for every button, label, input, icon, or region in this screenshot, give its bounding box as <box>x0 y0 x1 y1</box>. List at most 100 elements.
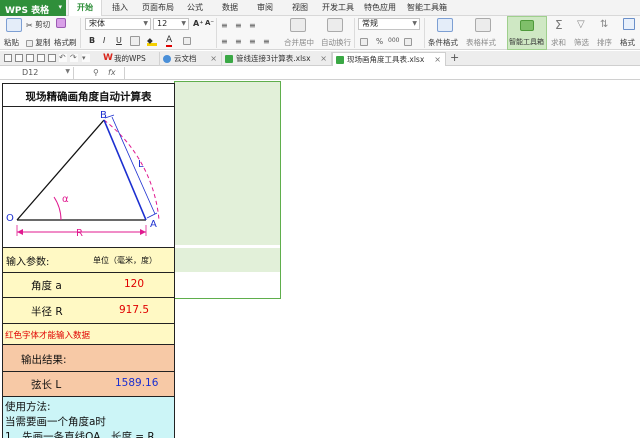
tab-features[interactable]: 特色应用 <box>360 0 400 16</box>
cut-button[interactable]: ✂ 剪切 <box>26 19 50 30</box>
tab-home[interactable]: 开始 <box>68 0 102 16</box>
wrap-text-button[interactable] <box>327 18 343 32</box>
save-icon[interactable] <box>4 54 12 62</box>
tab-smart-toolbox[interactable]: 智能工具箱 <box>402 0 452 16</box>
chord-row[interactable]: 弦长 L 1589.16 <box>2 371 175 397</box>
new-tab-button[interactable]: + <box>450 51 459 64</box>
align-bottom-icon: ≡ <box>249 20 256 30</box>
function-button[interactable]: fx <box>108 68 116 77</box>
format-painter-label[interactable]: 格式刷 <box>54 37 77 48</box>
copy-button[interactable]: 复制 <box>26 37 50 48</box>
smart-toolbox-label: 智能工具箱 <box>509 38 544 46</box>
name-box[interactable]: D12 ▼ <box>0 67 74 80</box>
align-top-icon: ≡ <box>221 20 228 30</box>
decimal-button[interactable] <box>404 37 412 46</box>
label-alpha: α <box>62 194 69 205</box>
format-painter-button[interactable] <box>56 18 66 28</box>
close-icon[interactable]: × <box>434 53 441 66</box>
close-icon[interactable]: × <box>320 52 327 65</box>
clear-button[interactable] <box>183 36 191 45</box>
sort-button[interactable]: ⇅ <box>600 19 608 30</box>
close-icon[interactable]: × <box>210 52 217 65</box>
note-row[interactable]: 红色字体才能输入数据 <box>2 323 175 345</box>
zoom-icon[interactable]: ⚲ <box>93 68 99 77</box>
sort-label[interactable]: 排序 <box>597 37 612 48</box>
tab-data[interactable]: 数据 <box>215 0 245 16</box>
borders-button[interactable] <box>130 36 140 46</box>
smart-toolbox-button[interactable]: 智能工具箱 <box>507 16 547 50</box>
paste-button[interactable] <box>6 18 22 32</box>
tab-formulas[interactable]: 公式 <box>180 0 210 16</box>
sum-label[interactable]: 求和 <box>551 37 566 48</box>
justify-button[interactable]: ≡ <box>263 36 270 46</box>
align-middle-button[interactable]: ≡ <box>235 20 242 30</box>
align-bottom-button[interactable]: ≡ <box>249 20 256 30</box>
currency-button[interactable] <box>360 37 368 46</box>
doc-tab-label: 管线连接3计算表.xlsx <box>236 54 311 63</box>
conditional-format-button[interactable] <box>437 18 453 32</box>
arrow-right-icon <box>140 229 146 235</box>
sum-icon[interactable]: Σ <box>555 18 563 32</box>
merge-center-label[interactable]: 合并居中 <box>284 37 314 48</box>
formula-input[interactable] <box>124 67 640 80</box>
align-center-button[interactable]: ≡ <box>235 36 242 46</box>
spreadsheet-icon <box>336 56 344 64</box>
input-header-cell[interactable]: 输入参数: 单位（毫米，度） <box>2 247 175 273</box>
align-top-button[interactable]: ≡ <box>221 20 228 30</box>
underline-button[interactable]: U <box>116 36 122 45</box>
font-color-button[interactable]: A <box>166 36 173 47</box>
wrap-text-label[interactable]: 自动换行 <box>321 37 351 48</box>
tab-view[interactable]: 视图 <box>285 0 315 16</box>
label-a: A <box>150 219 157 230</box>
redo-icon[interactable]: ↷ <box>70 54 78 62</box>
doc-tab-angle-tool[interactable]: 现场画角度工具表.xlsx × <box>332 52 446 66</box>
font-name-select[interactable]: 宋体 ▼ <box>85 18 151 30</box>
align-left-button[interactable]: ≡ <box>221 36 228 46</box>
radius-row[interactable]: 半径 R 917.5 <box>2 297 175 324</box>
angle-input[interactable]: 120 <box>124 278 144 290</box>
doc-tab-my-wps[interactable]: W 我的WPS <box>100 52 160 66</box>
paste-label[interactable]: 粘贴 <box>4 37 19 48</box>
tab-developer[interactable]: 开发工具 <box>318 0 358 16</box>
scissors-icon: ✂ <box>26 20 33 30</box>
align-right-button[interactable]: ≡ <box>249 36 256 46</box>
table-style-button[interactable] <box>475 18 491 32</box>
undo-icon[interactable]: ↶ <box>59 54 67 62</box>
filter-button[interactable]: ▽ <box>577 19 585 30</box>
tab-insert[interactable]: 插入 <box>104 0 136 16</box>
conditional-format-label[interactable]: 条件格式 <box>428 37 458 48</box>
doc-tab-cloud[interactable]: 云文档 × <box>160 52 222 66</box>
fill-color-button[interactable]: ◆ <box>147 36 157 46</box>
doc-tab-pipe-calc[interactable]: 管线连接3计算表.xlsx × <box>222 52 332 66</box>
format-label[interactable]: 格式 <box>620 37 635 48</box>
ob-line <box>16 119 105 221</box>
print-icon[interactable] <box>26 54 34 62</box>
tab-review[interactable]: 审阅 <box>250 0 280 16</box>
number-format-select[interactable]: 常规 ▼ <box>358 18 420 30</box>
grow-font-button[interactable]: A⁺ <box>193 19 203 28</box>
italic-button[interactable]: I <box>103 36 105 45</box>
sort-icon: ⇅ <box>600 19 609 30</box>
chevron-down-icon[interactable]: ▾ <box>82 54 90 62</box>
percent-button[interactable]: % <box>376 37 383 46</box>
bold-button[interactable]: B <box>89 36 95 45</box>
thousands-button[interactable]: 000 <box>388 37 399 44</box>
tab-page-layout[interactable]: 页面布局 <box>138 0 178 16</box>
font-size-select[interactable]: 12 ▼ <box>153 18 189 30</box>
spellcheck-icon[interactable] <box>48 54 56 62</box>
worksheet[interactable]: 现场精确画角度自动计算表 B L O α A R 输入参数: 单位（毫米，度） … <box>0 81 640 438</box>
merge-center-button[interactable] <box>290 18 306 32</box>
title-cell[interactable]: 现场精确画角度自动计算表 <box>2 83 175 107</box>
export-pdf-icon[interactable] <box>15 54 23 62</box>
output-header-cell[interactable]: 输出结果: <box>2 344 175 372</box>
shrink-font-button[interactable]: A⁻ <box>205 19 214 27</box>
table-style-icon <box>475 18 491 32</box>
radius-input[interactable]: 917.5 <box>119 304 149 316</box>
table-style-label[interactable]: 表格样式 <box>466 37 496 48</box>
usage-cell[interactable]: 使用方法: 当需要画一个角度a时 1、先画一条直线OA，长度 = R <box>2 396 175 438</box>
app-menu-button[interactable]: WPS 表格 ▾ <box>0 0 66 16</box>
angle-row[interactable]: 角度 a 120 <box>2 272 175 298</box>
filter-label[interactable]: 筛选 <box>574 37 589 48</box>
print-preview-icon[interactable] <box>37 54 45 62</box>
format-button[interactable] <box>623 18 635 30</box>
